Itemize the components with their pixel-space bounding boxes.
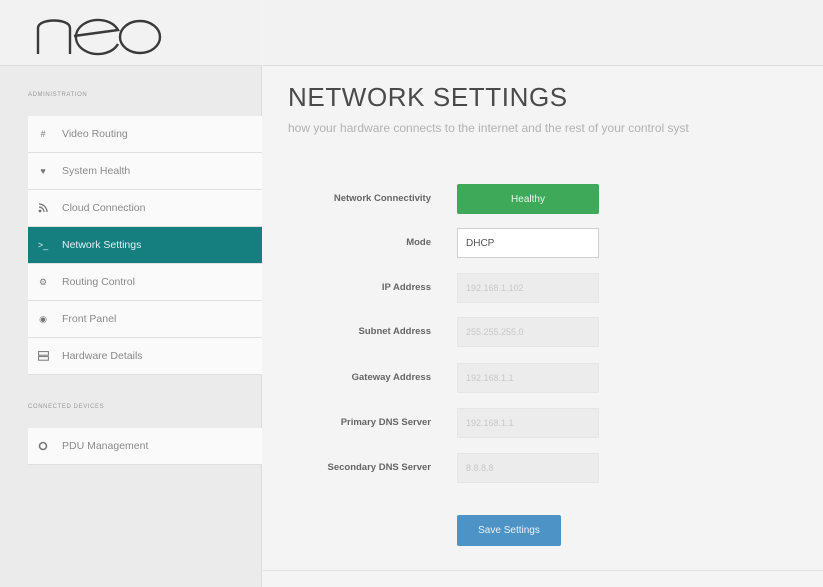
- rss-icon: [36, 202, 50, 214]
- subnet-address-field[interactable]: 255.255.255.0: [457, 317, 599, 347]
- sidebar-item-network-settings[interactable]: >_ Network Settings: [28, 227, 262, 264]
- gears-icon: ⚙: [38, 276, 48, 287]
- hash-icon: #: [40, 129, 46, 139]
- form-row-gateway-address: Gateway Address 192.168.1.1: [263, 363, 823, 393]
- form-row-ip-address: IP Address 192.168.1.102: [263, 273, 823, 303]
- sidebar-item-front-panel[interactable]: ◉ Front Panel: [28, 301, 262, 338]
- top-bar: [263, 0, 823, 66]
- form-row-network-connectivity: Network Connectivity Healthy: [263, 184, 823, 214]
- subnet-address-label: Subnet Address: [358, 326, 432, 337]
- divider: [263, 570, 823, 571]
- page-subtitle: how your hardware connects to the intern…: [288, 121, 689, 135]
- sidebar-item-label: Hardware Details: [62, 350, 143, 362]
- sidebar-item-pdu-management[interactable]: PDU Management: [28, 428, 262, 465]
- sidebar-item-label: Network Settings: [62, 239, 142, 251]
- form-row-primary-dns: Primary DNS Server 192.168.1.1: [263, 408, 823, 438]
- sidebar-item-hardware-details[interactable]: Hardware Details: [28, 338, 262, 375]
- server-icon: [36, 350, 50, 362]
- network-connectivity-label: Network Connectivity: [333, 193, 431, 204]
- section-header-administration: ADMINISTRATION: [28, 92, 88, 98]
- nav-administration: # Video Routing ♥ System Health Cloud Co…: [28, 116, 262, 375]
- sidebar-item-label: Routing Control: [62, 276, 135, 288]
- secondary-dns-label: Secondary DNS Server: [327, 462, 432, 473]
- sidebar-item-label: System Health: [62, 165, 131, 177]
- sidebar-item-label: Front Panel: [62, 313, 117, 325]
- page-title: NETWORK SETTINGS: [288, 82, 568, 112]
- sidebar-item-routing-control[interactable]: ⚙ Routing Control: [28, 264, 262, 301]
- sidebar-item-video-routing[interactable]: # Video Routing: [28, 116, 262, 153]
- gateway-address-label: Gateway Address: [351, 372, 431, 383]
- primary-dns-field[interactable]: 192.168.1.1: [457, 408, 599, 438]
- sidebar-item-system-health[interactable]: ♥ System Health: [28, 153, 262, 190]
- mode-select[interactable]: DHCP: [457, 228, 599, 258]
- form-row-secondary-dns: Secondary DNS Server 8.8.8.8: [263, 453, 823, 483]
- sidebar-item-label: Video Routing: [62, 128, 128, 140]
- form-row-mode: Mode DHCP: [263, 228, 823, 258]
- ip-address-label: IP Address: [381, 282, 431, 293]
- gateway-address-field[interactable]: 192.168.1.1: [457, 363, 599, 393]
- sidebar-item-label: Cloud Connection: [62, 202, 146, 214]
- form-row-subnet-address: Subnet Address 255.255.255.0: [263, 317, 823, 347]
- ip-address-field[interactable]: 192.168.1.102: [457, 273, 599, 303]
- primary-dns-label: Primary DNS Server: [340, 417, 431, 428]
- nav-connected-devices: PDU Management: [28, 428, 262, 465]
- network-connectivity-status-badge: Healthy: [457, 184, 599, 214]
- main-content: NETWORK SETTINGS how your hardware conne…: [263, 67, 823, 587]
- heart-icon: ♥: [40, 166, 46, 176]
- section-header-connected-devices: CONNECTED DEVICES: [28, 404, 105, 410]
- circle-dot-icon: ◉: [39, 313, 47, 324]
- terminal-icon: >_: [37, 240, 49, 250]
- power-ring-icon: [36, 440, 50, 452]
- save-settings-button[interactable]: Save Settings: [457, 515, 561, 546]
- sidebar-item-label: PDU Management: [62, 440, 149, 452]
- logo[interactable]: [0, 0, 262, 66]
- neo-logo-icon: [36, 18, 162, 56]
- mode-label: Mode: [406, 237, 431, 248]
- secondary-dns-field[interactable]: 8.8.8.8: [457, 453, 599, 483]
- sidebar-item-cloud-connection[interactable]: Cloud Connection: [28, 190, 262, 227]
- sidebar: ADMINISTRATION # Video Routing ♥ System …: [0, 0, 262, 587]
